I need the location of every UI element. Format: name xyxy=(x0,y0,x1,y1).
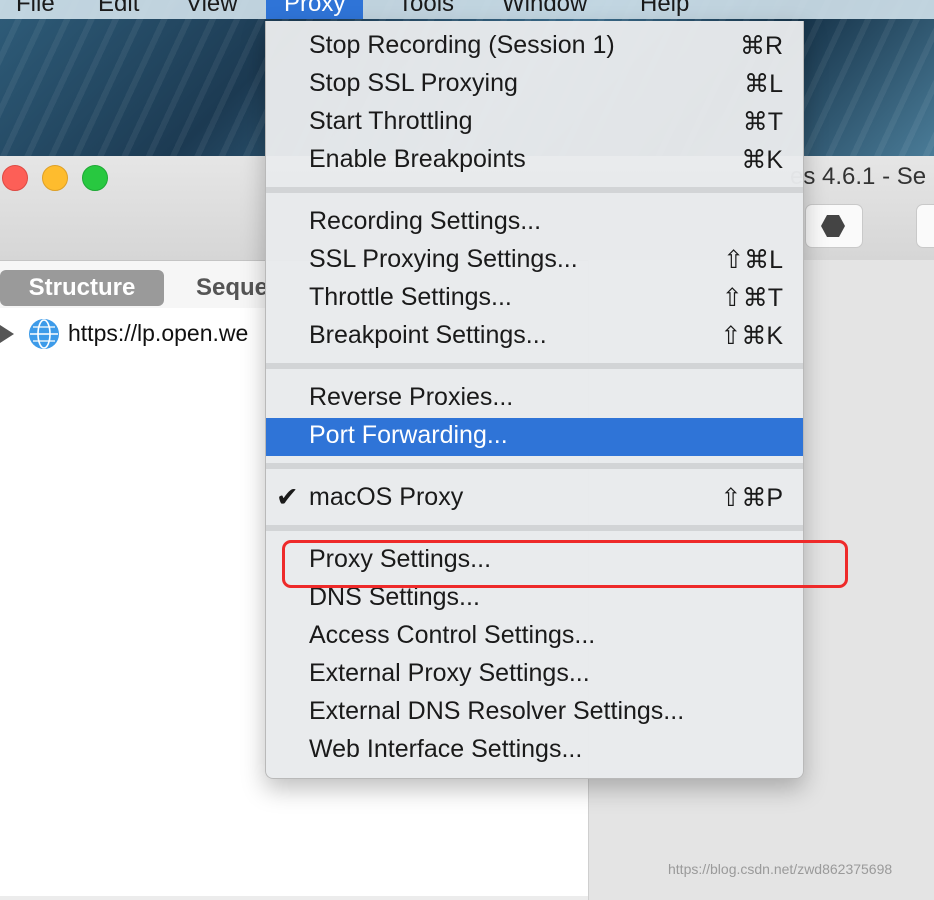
menu-proxy[interactable]: Proxy xyxy=(266,0,364,19)
watermark-text: https://blog.csdn.net/zwd862375698 xyxy=(668,861,893,877)
menu-separator xyxy=(266,187,803,193)
menu-item-recording-settings[interactable]: Recording Settings... xyxy=(266,204,803,242)
menu-item-enable-breakpoints[interactable]: Enable Breakpoints ⌘K xyxy=(266,142,803,180)
menu-item-start-throttling[interactable]: Start Throttling ⌘T xyxy=(266,104,803,142)
minimize-window-button[interactable] xyxy=(42,165,68,191)
menu-item-label: Port Forwarding... xyxy=(309,421,508,449)
menu-item-web-interface-settings[interactable]: Web Interface Settings... xyxy=(266,732,803,770)
shortcut-label: ⌘K xyxy=(741,146,783,174)
proxy-menu: Stop Recording (Session 1) ⌘R Stop SSL P… xyxy=(265,21,804,779)
shortcut-label: ⇧⌘P xyxy=(720,484,783,512)
tab-sequence[interactable]: Seque xyxy=(196,270,268,306)
menu-item-reverse-proxies[interactable]: Reverse Proxies... xyxy=(266,380,803,418)
menu-item-external-proxy-settings[interactable]: External Proxy Settings... xyxy=(266,656,803,694)
window-title: es 4.6.1 - Se xyxy=(790,163,927,190)
menu-item-stop-recording[interactable]: Stop Recording (Session 1) ⌘R xyxy=(266,28,803,66)
menu-help[interactable]: Help xyxy=(640,0,689,19)
menu-item-label: Throttle Settings... xyxy=(309,283,512,311)
shortcut-label: ⌘L xyxy=(744,70,783,98)
menu-tools[interactable]: Tools xyxy=(398,0,454,19)
menu-item-label: Start Throttling xyxy=(309,107,473,135)
globe-icon xyxy=(29,319,59,349)
menu-bar: File Edit View Proxy Tools Window Help xyxy=(0,0,934,19)
checkmark-icon: ✔ xyxy=(276,482,299,512)
shortcut-label: ⌘T xyxy=(742,108,783,136)
menu-separator xyxy=(266,363,803,369)
stop-button[interactable] xyxy=(805,204,863,248)
menu-item-ssl-proxying-settings[interactable]: SSL Proxying Settings... ⇧⌘L xyxy=(266,242,803,280)
menu-item-label: Web Interface Settings... xyxy=(309,735,583,763)
menu-item-macos-proxy[interactable]: ✔ macOS Proxy ⇧⌘P xyxy=(266,480,803,518)
menu-item-breakpoint-settings[interactable]: Breakpoint Settings... ⇧⌘K xyxy=(266,318,803,356)
menu-item-label: Reverse Proxies... xyxy=(309,383,514,411)
menu-item-label: Access Control Settings... xyxy=(309,621,596,649)
shortcut-label: ⌘R xyxy=(739,32,783,60)
menu-item-label: Recording Settings... xyxy=(309,207,542,235)
shortcut-label: ⇧⌘K xyxy=(720,322,783,350)
zoom-window-button[interactable] xyxy=(82,165,108,191)
menu-item-label: External Proxy Settings... xyxy=(309,659,590,687)
annotation-highlight-box xyxy=(282,540,848,588)
menu-file[interactable]: File xyxy=(16,0,55,19)
close-window-button[interactable] xyxy=(2,165,28,191)
menu-item-port-forwarding[interactable]: Port Forwarding... xyxy=(266,418,803,456)
disclosure-triangle-icon[interactable] xyxy=(0,325,14,343)
shortcut-label: ⇧⌘T xyxy=(721,284,783,312)
hexagon-stop-icon xyxy=(821,215,845,237)
shortcut-label: ⇧⌘L xyxy=(723,246,783,274)
menu-edit[interactable]: Edit xyxy=(98,0,139,19)
menu-item-label: SSL Proxying Settings... xyxy=(309,245,578,273)
menu-separator xyxy=(266,463,803,469)
menu-view[interactable]: View xyxy=(186,0,238,19)
menu-item-label: Enable Breakpoints xyxy=(309,145,526,173)
menu-item-label: macOS Proxy xyxy=(309,483,464,511)
tab-structure[interactable]: Structure xyxy=(0,270,164,306)
toolbar-button[interactable] xyxy=(916,204,934,248)
host-url: https://lp.open.we xyxy=(68,320,249,346)
menu-item-label: Stop Recording (Session 1) xyxy=(309,31,615,59)
menu-item-label: Stop SSL Proxying xyxy=(309,69,518,97)
menu-item-access-control-settings[interactable]: Access Control Settings... xyxy=(266,618,803,656)
menu-item-stop-ssl-proxying[interactable]: Stop SSL Proxying ⌘L xyxy=(266,66,803,104)
menu-window[interactable]: Window xyxy=(502,0,587,19)
menu-item-label: External DNS Resolver Settings... xyxy=(309,697,685,725)
menu-item-label: Breakpoint Settings... xyxy=(309,321,547,349)
menu-item-throttle-settings[interactable]: Throttle Settings... ⇧⌘T xyxy=(266,280,803,318)
menu-separator xyxy=(266,525,803,531)
menu-item-external-dns-resolver-settings[interactable]: External DNS Resolver Settings... xyxy=(266,694,803,732)
